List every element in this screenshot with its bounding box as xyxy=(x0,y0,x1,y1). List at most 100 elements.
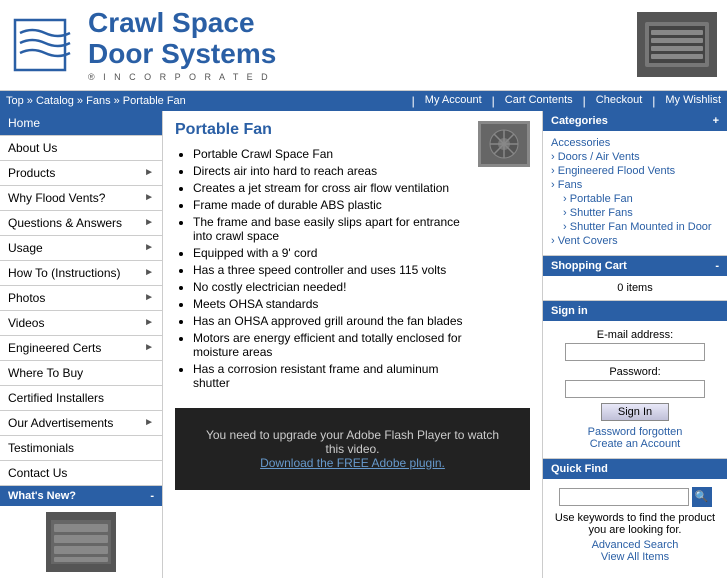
sidebar-item-certified-installers[interactable]: Certified Installers xyxy=(0,386,162,411)
sidebar-item-testimonials[interactable]: Testimonials xyxy=(0,436,162,461)
sidebar-item-label: Where To Buy xyxy=(8,366,83,380)
chevron-right-icon: ► xyxy=(144,342,154,353)
quick-find-input-row: 🔍 xyxy=(551,487,719,507)
shopping-cart-content: 0 items xyxy=(543,276,727,300)
quick-find-content: 🔍 Use keywords to find the product you a… xyxy=(543,479,727,571)
categories-label: Categories xyxy=(551,115,608,127)
category-shutter-fan-mounted[interactable]: › Shutter Fan Mounted in Door xyxy=(551,221,719,233)
logo-icon xyxy=(10,15,80,75)
navbar-separator3: | xyxy=(583,94,586,108)
content-area: Portable Fan Portable Crawl Space Fan Di… xyxy=(163,111,542,578)
sidebar-item-label: About Us xyxy=(8,141,57,155)
chevron-right-icon: ► xyxy=(144,317,154,328)
chevron-right-icon: ► xyxy=(144,217,154,228)
list-item: Has an OHSA approved grill around the fa… xyxy=(193,314,468,328)
shopping-cart-toggle[interactable]: - xyxy=(715,260,719,272)
category-vent-covers[interactable]: › Vent Covers xyxy=(551,235,719,247)
sidebar-item-our-advertisements[interactable]: Our Advertisements ► xyxy=(0,411,162,436)
chevron-right-icon: ► xyxy=(144,192,154,203)
logo-text-block: Crawl SpaceDoor Systems ® I N C O R P O … xyxy=(88,8,276,82)
sidebar-item-label: Engineered Certs xyxy=(8,341,101,355)
sidebar-item-label: Contact Us xyxy=(8,466,67,480)
list-item: Has a three speed controller and uses 11… xyxy=(193,263,468,277)
categories-content: Accessories › Doors / Air Vents › Engine… xyxy=(543,131,727,255)
whats-new-content xyxy=(0,506,162,578)
sidebar-item-videos[interactable]: Videos ► xyxy=(0,311,162,336)
categories-toggle[interactable]: + xyxy=(713,115,719,127)
shopping-cart-header: Shopping Cart - xyxy=(543,255,727,276)
whats-new-toggle[interactable]: - xyxy=(150,490,154,502)
sidebar-item-label: Videos xyxy=(8,316,44,330)
sidebar-item-questions-answers[interactable]: Questions & Answers ► xyxy=(0,211,162,236)
category-engineered-flood-vents[interactable]: › Engineered Flood Vents xyxy=(551,165,719,177)
my-wishlist-link[interactable]: My Wishlist xyxy=(665,94,721,108)
navbar-links: | My Account | Cart Contents | Checkout … xyxy=(412,94,721,108)
signin-header: Sign in xyxy=(543,300,727,321)
my-account-link[interactable]: My Account xyxy=(425,94,482,108)
cart-contents-link[interactable]: Cart Contents xyxy=(505,94,573,108)
list-item: Directs air into hard to reach areas xyxy=(193,164,468,178)
chevron-right-icon: ► xyxy=(144,292,154,303)
right-sidebar: Categories + Accessories › Doors / Air V… xyxy=(542,111,727,578)
navbar-separator: | xyxy=(412,94,415,108)
list-item: Motors are energy efficient and totally … xyxy=(193,331,468,359)
product-features-list: Portable Crawl Space Fan Directs air int… xyxy=(193,147,468,390)
signin-label: Sign in xyxy=(551,305,588,317)
page-title: Portable Fan xyxy=(175,121,468,139)
quick-find-header: Quick Find xyxy=(543,458,727,479)
shopping-cart-label: Shopping Cart xyxy=(551,260,627,272)
chevron-right-icon: ► xyxy=(144,417,154,428)
logo-line1: Crawl SpaceDoor Systems xyxy=(88,8,276,70)
list-item: Has a corrosion resistant frame and alum… xyxy=(193,362,468,390)
category-doors-air-vents[interactable]: › Doors / Air Vents xyxy=(551,151,719,163)
sidebar-item-label: Our Advertisements xyxy=(8,416,113,430)
list-item: Equipped with a 9' cord xyxy=(193,246,468,260)
sidebar-item-why-flood-vents[interactable]: Why Flood Vents? ► xyxy=(0,186,162,211)
sidebar-item-how-to[interactable]: How To (Instructions) ► xyxy=(0,261,162,286)
create-account-link[interactable]: Create an Account xyxy=(551,438,719,450)
sidebar-item-label: Photos xyxy=(8,291,45,305)
category-shutter-fans[interactable]: › Shutter Fans xyxy=(551,207,719,219)
sidebar-item-usage[interactable]: Usage ► xyxy=(0,236,162,261)
checkout-link[interactable]: Checkout xyxy=(596,94,642,108)
quick-find-description: Use keywords to find the product you are… xyxy=(551,512,719,536)
header: Crawl SpaceDoor Systems ® I N C O R P O … xyxy=(0,0,727,91)
password-label: Password: xyxy=(551,366,719,378)
sidebar-item-products[interactable]: Products ► xyxy=(0,161,162,186)
navbar-separator2: | xyxy=(492,94,495,108)
sidebar-item-contact-us[interactable]: Contact Us xyxy=(0,461,162,486)
category-fans[interactable]: › Fans xyxy=(551,179,719,191)
sidebar-item-label: How To (Instructions) xyxy=(8,266,120,280)
sidebar-item-photos[interactable]: Photos ► xyxy=(0,286,162,311)
cart-items-count: 0 items xyxy=(617,282,652,294)
sidebar-item-home[interactable]: Home xyxy=(0,111,162,136)
password-field[interactable] xyxy=(565,380,705,398)
chevron-right-icon: ► xyxy=(144,167,154,178)
main: Home About Us Products ► Why Flood Vents… xyxy=(0,111,727,578)
quick-find-label: Quick Find xyxy=(551,463,608,475)
sidebar-item-about-us[interactable]: About Us xyxy=(0,136,162,161)
password-forgotten-link[interactable]: Password forgotten xyxy=(551,426,719,438)
email-label: E-mail address: xyxy=(551,329,719,341)
signin-btn-row: Sign In xyxy=(551,403,719,421)
view-all-items-link[interactable]: View All Items xyxy=(551,551,719,563)
sidebar-item-engineered-certs[interactable]: Engineered Certs ► xyxy=(0,336,162,361)
category-accessories[interactable]: Accessories xyxy=(551,137,719,149)
quick-find-links: Advanced Search View All Items xyxy=(551,539,719,563)
list-item: No costly electrician needed! xyxy=(193,280,468,294)
email-field[interactable] xyxy=(565,343,705,361)
sidebar-item-label: Certified Installers xyxy=(8,391,104,405)
video-download-link[interactable]: Download the FREE Adobe plugin. xyxy=(260,456,445,470)
email-row: E-mail address: xyxy=(551,329,719,361)
search-button[interactable]: 🔍 xyxy=(692,487,712,507)
list-item: The frame and base easily slips apart fo… xyxy=(193,215,468,243)
sidebar-item-where-to-buy[interactable]: Where To Buy xyxy=(0,361,162,386)
navbar: Top » Catalog » Fans » Portable Fan | My… xyxy=(0,91,727,111)
chevron-right-icon: ► xyxy=(144,242,154,253)
category-portable-fan[interactable]: › Portable Fan xyxy=(551,193,719,205)
search-input[interactable] xyxy=(559,488,689,506)
header-product-image xyxy=(637,12,717,77)
categories-header: Categories + xyxy=(543,111,727,131)
breadcrumb: Top » Catalog » Fans » Portable Fan xyxy=(6,95,186,107)
signin-button[interactable]: Sign In xyxy=(601,403,669,421)
